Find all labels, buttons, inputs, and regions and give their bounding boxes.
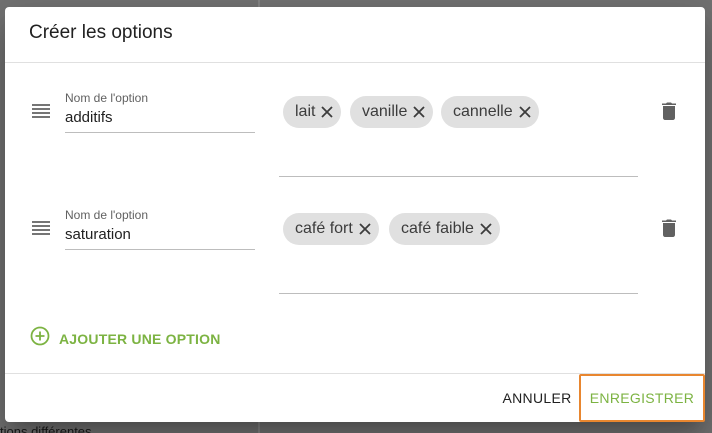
chip-label: café faible — [401, 220, 474, 237]
create-options-dialog: Créer les options Nom de l'option lait v… — [5, 7, 705, 422]
add-option-button[interactable]: AJOUTER UNE OPTION — [30, 326, 221, 351]
option-name-label: Nom de l'option — [65, 208, 149, 222]
option-values-chips[interactable]: café fort café faible — [279, 213, 638, 294]
close-icon[interactable] — [478, 221, 494, 237]
chip: café faible — [389, 213, 500, 245]
chip-label: vanille — [362, 103, 408, 120]
option-name-label: Nom de l'option — [65, 91, 149, 105]
close-icon[interactable] — [411, 104, 427, 120]
trash-icon[interactable] — [658, 100, 680, 122]
close-icon[interactable] — [357, 221, 373, 237]
option-name-input[interactable] — [65, 222, 255, 250]
chip: cannelle — [441, 96, 539, 128]
close-icon[interactable] — [319, 104, 335, 120]
save-button[interactable]: ENREGISTRER — [579, 374, 705, 422]
drag-handle-icon[interactable] — [32, 221, 50, 235]
trash-icon[interactable] — [658, 217, 680, 239]
option-name-input[interactable] — [65, 105, 255, 133]
dialog-title: Créer les options — [29, 22, 173, 43]
add-circle-icon — [30, 326, 50, 351]
close-icon[interactable] — [517, 104, 533, 120]
chip: vanille — [350, 96, 434, 128]
chip: lait — [283, 96, 342, 128]
dialog-header-divider — [5, 62, 705, 63]
drag-handle-icon[interactable] — [32, 104, 50, 118]
chip-label: café fort — [295, 220, 353, 237]
add-option-label: AJOUTER UNE OPTION — [59, 330, 221, 347]
background-text: tions différentes — [0, 424, 92, 433]
option-values-chips[interactable]: lait vanille cannelle — [279, 96, 638, 177]
chip-label: cannelle — [453, 103, 513, 120]
cancel-button[interactable]: ANNULER — [495, 374, 579, 422]
chip-label: lait — [295, 103, 316, 120]
option-name-field: Nom de l'option — [65, 208, 255, 250]
chip: café fort — [283, 213, 379, 245]
option-name-field: Nom de l'option — [65, 91, 255, 133]
